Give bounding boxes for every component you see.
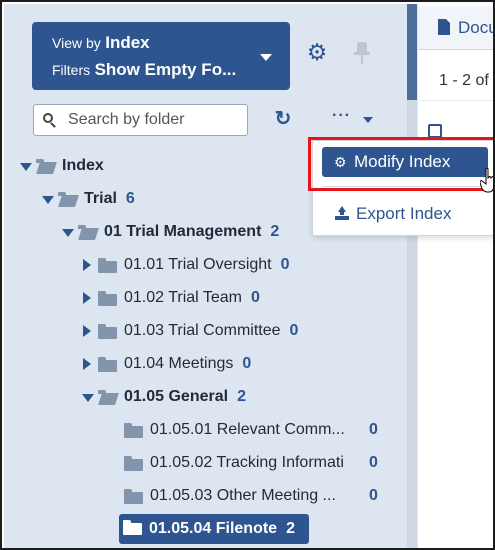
menu-item-label: Export Index [356, 204, 452, 223]
menu-item-label: Modify Index [354, 152, 451, 171]
menu-item-export-index[interactable]: Export Index [335, 201, 451, 227]
expand-toggle-icon[interactable] [80, 351, 98, 377]
tree-node-label: 01.03 Trial Committee [124, 322, 281, 339]
screenshot-frame: View by Index Filters Show Empty Fo... ⚙… [0, 0, 495, 550]
tree-node-label: 01.05.01 Relevant Comm... [150, 421, 345, 438]
folder-icon [98, 252, 118, 278]
tree-node-01-01[interactable]: 01.01 Trial Oversight 0 [80, 252, 290, 278]
chevron-down-icon [363, 117, 373, 123]
folder-icon [124, 417, 144, 443]
tree-node-label: 01.01 Trial Oversight [124, 256, 272, 273]
expand-toggle-icon[interactable] [60, 219, 78, 245]
tree-node-label: 01.05.04 Filenote [149, 520, 278, 537]
more-actions-button[interactable]: ··· [332, 108, 374, 130]
tree-node-01-05[interactable]: 01.05 General 2 [80, 384, 246, 410]
expand-toggle-icon[interactable] [80, 285, 98, 311]
tree-node-01-03[interactable]: 01.03 Trial Committee 0 [80, 318, 298, 344]
tree-node-label: 01.04 Meetings [124, 355, 234, 372]
expand-toggle-icon[interactable] [80, 252, 98, 278]
folder-search-field[interactable] [33, 104, 248, 136]
view-filter-button[interactable]: View by Index Filters Show Empty Fo... [32, 22, 290, 90]
document-count: 0 [242, 355, 252, 372]
expand-toggle-icon[interactable] [80, 318, 98, 344]
tree-node-01-05-03[interactable]: 01.05.03 Other Meeting ... 0 [124, 483, 378, 509]
view-by-value: Index [105, 33, 150, 52]
folder-open-icon [36, 153, 56, 179]
tree-node-label: 01.05 General [124, 388, 229, 405]
index-actions-menu: ⚙ Modify Index Export Index [312, 140, 493, 236]
folder-icon [124, 483, 144, 509]
tab-documents[interactable]: Documents [418, 6, 495, 50]
folder-icon [98, 318, 118, 344]
ellipsis-icon: ··· [332, 107, 351, 124]
document-count: 6 [125, 190, 135, 207]
document-count: 0 [369, 487, 378, 504]
document-count: 0 [280, 256, 290, 273]
menu-item-modify-index[interactable]: ⚙ Modify Index [322, 147, 488, 177]
search-icon [43, 113, 57, 128]
document-count: 0 [251, 289, 260, 306]
document-count: 2 [286, 520, 295, 537]
tree-node-label: 01.02 Trial Team [124, 289, 242, 306]
tree-node-label: 01.05.02 Tracking Informati [150, 454, 344, 471]
document-count: 0 [289, 322, 299, 339]
pin-icon[interactable] [354, 42, 370, 64]
folder-icon [124, 450, 144, 476]
tree-node-01-04[interactable]: 01.04 Meetings 0 [80, 351, 251, 377]
folder-open-icon [58, 186, 78, 212]
filters-label: Filters [52, 62, 91, 78]
documents-panel: Documents 1 - 2 of 2 [418, 4, 495, 548]
document-count: 2 [237, 388, 246, 405]
menu-divider [323, 186, 487, 187]
document-count: 2 [270, 223, 280, 240]
tree-node-01-05-01[interactable]: 01.05.01 Relevant Comm... 0 [124, 417, 378, 443]
folder-open-icon [98, 384, 118, 410]
select-all-checkbox[interactable] [428, 124, 442, 138]
divider [418, 100, 493, 101]
document-icon [438, 19, 450, 35]
tree-node-label: Trial [84, 190, 117, 207]
folder-icon [98, 351, 118, 377]
folder-icon [98, 285, 118, 311]
panel-divider-header [407, 4, 417, 100]
gear-icon: ⚙ [334, 154, 347, 170]
pagination-range: 1 - 2 of 2 [439, 72, 493, 89]
tab-label: Documents [458, 18, 495, 37]
document-count: 0 [369, 454, 378, 471]
gear-icon[interactable]: ⚙ [305, 40, 329, 64]
tree-node-01-05-02[interactable]: 01.05.02 Tracking Informati 0 [124, 450, 378, 476]
tree-node-index[interactable]: Index [18, 153, 104, 179]
expand-toggle-icon[interactable] [40, 186, 58, 212]
tree-node-trial[interactable]: Trial 6 [40, 186, 135, 212]
expand-toggle-icon[interactable] [80, 384, 98, 410]
view-by-label: View by [52, 35, 101, 51]
tree-node-label: 01.05.03 Other Meeting ... [150, 487, 336, 504]
folder-icon [123, 514, 143, 544]
filters-value: Show Empty Fo... [94, 60, 237, 79]
chevron-down-icon [260, 54, 272, 61]
tree-node-01-trial-management[interactable]: 01 Trial Management 2 [60, 219, 279, 245]
search-input[interactable] [68, 105, 244, 135]
upload-icon [335, 206, 349, 220]
expand-toggle-icon[interactable] [18, 153, 36, 179]
folder-open-icon [78, 219, 98, 245]
tree-node-label: Index [62, 157, 104, 174]
tree-node-01-02[interactable]: 01.02 Trial Team 0 [80, 285, 260, 311]
document-count: 0 [369, 421, 378, 438]
refresh-icon[interactable]: ↻ [272, 108, 294, 130]
tree-node-label: 01 Trial Management [104, 223, 262, 240]
tree-node-01-05-04-selected[interactable]: 01.05.04 Filenote 2 [119, 514, 309, 544]
